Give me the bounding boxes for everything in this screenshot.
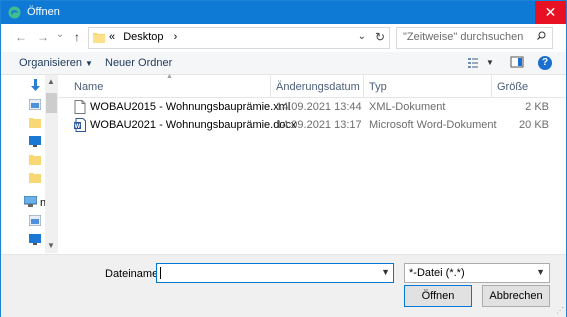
column-divider[interactable] (363, 75, 364, 97)
filetype-value: *-Datei (*.*) (409, 267, 465, 279)
folder-icon (93, 33, 105, 43)
scrollbar-thumb[interactable] (46, 93, 57, 113)
download-arrow-icon[interactable] (30, 79, 41, 92)
file-row[interactable]: W WOBAU2021 - Wohnungsbauprämie.docx 14.… (58, 117, 566, 134)
file-date: 14.09.2021 13:17 (276, 119, 362, 131)
file-type: XML-Dokument (369, 101, 446, 113)
preview-pane-icon[interactable] (510, 55, 524, 69)
navigation-bar: ← → ⌄ ↑ « Desktop › ⌄ ↻ "Zeitweise" durc… (1, 24, 566, 52)
column-header-date[interactable]: Änderungsdatum (276, 81, 360, 93)
help-icon[interactable]: ? (538, 56, 552, 70)
dialog-footer: Dateiname: ▼ *-Datei (*.*) ▼ Öffnen Abbr… (1, 254, 566, 317)
filetype-select[interactable]: *-Datei (*.*) ▼ (404, 263, 550, 283)
column-divider[interactable] (491, 75, 492, 97)
breadcrumb-arrow-icon[interactable]: › (174, 31, 178, 43)
open-button[interactable]: Öffnen (404, 285, 472, 307)
pictures-icon[interactable] (29, 215, 41, 226)
window-title: Öffnen (27, 6, 60, 18)
view-dropdown-icon[interactable]: ▼ (486, 58, 494, 67)
chevron-down-icon[interactable]: ▼ (381, 267, 390, 277)
forward-button[interactable]: → (36, 30, 50, 44)
folder-icon[interactable] (29, 117, 41, 128)
file-type: Microsoft Word-Dokument (369, 119, 497, 131)
file-row[interactable]: WOBAU2015 - Wohnungsbauprämie.xml 14.09.… (58, 99, 566, 116)
folder-icon[interactable] (29, 172, 41, 183)
document-icon (74, 100, 86, 114)
open-dialog: Öffnen ✕ ← → ⌄ ↑ « Desktop › ⌄ ↻ "Zeitwe… (0, 0, 567, 317)
filename-label: Dateiname: (105, 268, 162, 280)
this-pc-icon[interactable] (24, 196, 37, 207)
desktop-icon[interactable] (29, 136, 41, 147)
up-button[interactable]: ↑ (70, 30, 84, 44)
file-date: 14.09.2021 13:44 (276, 101, 362, 113)
edge-icon (8, 6, 21, 19)
scroll-down-icon[interactable]: ▼ (47, 241, 55, 250)
breadcrumb-overflow[interactable]: « (109, 31, 115, 43)
search-input[interactable]: "Zeitweise" durchsuchen (396, 27, 553, 49)
search-icon (537, 31, 546, 40)
address-bar[interactable]: « Desktop › ⌄ ↻ (88, 27, 390, 49)
refresh-icon[interactable]: ↻ (375, 30, 385, 44)
file-list: ▲ Name Änderungsdatum Typ Größe WOBAU201… (58, 73, 566, 253)
column-header-size[interactable]: Größe (497, 81, 528, 93)
navigation-pane: n (1, 75, 46, 253)
column-header-type[interactable]: Typ (369, 81, 387, 93)
desktop-icon[interactable] (29, 234, 41, 245)
folder-icon[interactable] (29, 154, 41, 165)
sort-ascending-icon: ▲ (166, 73, 173, 80)
pictures-icon[interactable] (29, 99, 41, 110)
back-button[interactable]: ← (14, 30, 28, 44)
resize-grip-icon[interactable]: ⋰ (556, 306, 564, 315)
file-name: WOBAU2015 - Wohnungsbauprämie.xml (90, 101, 291, 113)
command-bar: Organisieren ▼ Neuer Ordner ▼ ? (1, 52, 566, 75)
recent-locations-dropdown[interactable]: ⌄ (53, 28, 67, 42)
close-button[interactable]: ✕ (535, 1, 566, 24)
filename-input[interactable]: ▼ (156, 263, 394, 283)
chevron-down-icon: ▼ (84, 59, 93, 68)
breadcrumb-desktop[interactable]: Desktop (123, 31, 163, 43)
organize-label: Organisieren (19, 57, 82, 69)
search-placeholder: "Zeitweise" durchsuchen (403, 31, 524, 43)
organize-button[interactable]: Organisieren ▼ (19, 57, 93, 69)
title-bar: Öffnen ✕ (1, 1, 566, 24)
svg-text:W: W (75, 124, 81, 130)
column-divider[interactable] (270, 75, 271, 97)
scroll-up-icon[interactable]: ▲ (47, 77, 55, 86)
file-size: 2 KB (525, 101, 549, 113)
column-header-row: ▲ Name Änderungsdatum Typ Größe (58, 73, 566, 98)
column-header-name[interactable]: Name (74, 81, 103, 93)
address-dropdown-icon[interactable]: ⌄ (358, 31, 366, 42)
cancel-button[interactable]: Abbrechen (482, 285, 550, 307)
new-folder-button[interactable]: Neuer Ordner (105, 57, 172, 69)
chevron-down-icon[interactable]: ▼ (536, 267, 545, 277)
word-icon: W (74, 118, 86, 132)
file-size: 20 KB (519, 119, 549, 131)
breadcrumb[interactable]: « Desktop › (109, 31, 177, 43)
file-name: WOBAU2021 - Wohnungsbauprämie.docx (90, 119, 297, 131)
nav-scrollbar[interactable]: ▲ ▼ (45, 75, 58, 253)
text-cursor (160, 267, 161, 279)
view-options-icon[interactable] (467, 55, 481, 69)
